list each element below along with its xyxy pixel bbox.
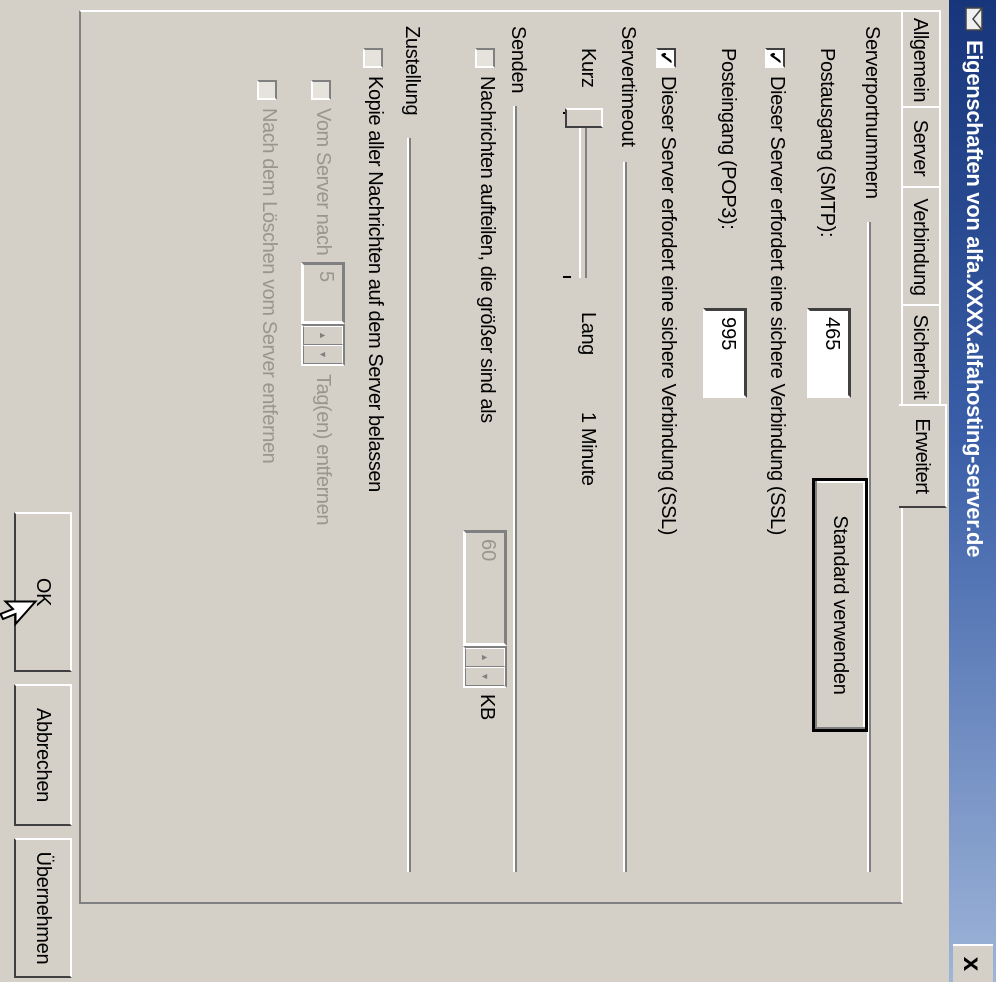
timeout-long-label: Lang <box>577 312 599 355</box>
smtp-ssl-label: Dieser Server erfordert eine sichere Ver… <box>766 76 788 536</box>
remove-after-spinner[interactable]: ▲ ▼ <box>301 324 345 366</box>
section-title-serverports: Serverportnummern <box>861 26 883 199</box>
split-size-unit: KB <box>476 694 498 720</box>
pop3-ssl-checkbox[interactable]: ✓ <box>656 48 676 68</box>
dialog-window: Eigenschaften von alfa.XXXX.alfahosting-… <box>0 0 996 982</box>
tab-sicherheit[interactable]: Sicherheit <box>901 304 941 410</box>
tab-panel-erweitert: Serverportnummern Postausgang (SMTP): 46… <box>79 10 903 904</box>
slider-tick <box>563 276 571 278</box>
remove-on-delete-checkbox[interactable] <box>257 80 277 100</box>
remove-after-days-input[interactable]: 5 <box>301 262 345 324</box>
use-default-button[interactable]: Standard verwenden <box>812 478 868 732</box>
apply-button[interactable]: Übernehmen <box>14 838 72 978</box>
section-title-send: Senden <box>507 26 529 94</box>
title-bar[interactable]: Eigenschaften von alfa.XXXX.alfahosting-… <box>949 0 996 982</box>
section-title-delivery: Zustellung <box>401 26 423 116</box>
split-size-spinner[interactable]: ▲ ▼ <box>463 646 507 688</box>
tab-erweitert[interactable]: Erweitert <box>899 404 947 508</box>
remove-on-delete-label: Nach dem Löschen vom Server entfernen <box>258 108 280 464</box>
timeout-slider-thumb[interactable] <box>565 108 603 128</box>
cancel-button[interactable]: Abbrechen <box>14 684 72 826</box>
keep-copy-checkbox[interactable] <box>363 48 383 68</box>
section-title-timeout: Servertimeout <box>617 26 639 147</box>
remove-after-unit: Tag(en) entfernen <box>312 374 334 526</box>
timeout-short-label: Kurz <box>577 48 599 88</box>
close-icon: x <box>958 956 989 972</box>
mouse-pointer-icon <box>0 600 38 627</box>
tab-allgemein[interactable]: Allgemein <box>901 10 941 110</box>
timeout-value: 1 Minute <box>577 412 599 486</box>
smtp-label: Postausgang (SMTP): <box>816 48 838 238</box>
spin-up-icon[interactable]: ▲ <box>303 326 343 345</box>
smtp-port-input[interactable]: 465 <box>807 308 851 398</box>
spin-down-icon[interactable]: ▼ <box>303 345 343 364</box>
timeout-slider-track[interactable] <box>579 108 587 278</box>
split-size-input[interactable]: 60 <box>463 530 507 646</box>
envelope-icon <box>965 7 983 31</box>
pop3-port-input[interactable]: 995 <box>703 308 747 398</box>
spin-up-icon[interactable]: ▲ <box>465 648 505 667</box>
keep-copy-label: Kopie aller Nachrichten auf dem Server b… <box>364 76 386 492</box>
tab-server[interactable]: Server <box>901 106 941 190</box>
separator <box>623 162 627 872</box>
close-button[interactable]: x <box>953 944 993 982</box>
ok-button[interactable]: OK <box>14 512 72 672</box>
tab-verbindung[interactable]: Verbindung <box>901 186 941 308</box>
separator <box>513 106 517 872</box>
pop3-label: Posteingang (POP3): <box>717 48 739 230</box>
spin-down-icon[interactable]: ▼ <box>465 667 505 686</box>
remove-after-label: Vom Server nach <box>312 108 334 256</box>
window-title: Eigenschaften von alfa.XXXX.alfahosting-… <box>962 40 987 558</box>
smtp-ssl-checkbox[interactable]: ✓ <box>765 48 785 68</box>
split-messages-checkbox[interactable] <box>475 48 495 68</box>
remove-after-checkbox[interactable] <box>311 80 331 100</box>
pop3-ssl-label: Dieser Server erfordert eine sichere Ver… <box>657 76 679 536</box>
split-messages-label: Nachrichten aufteilen, die größer sind a… <box>476 76 498 423</box>
separator <box>407 138 411 872</box>
